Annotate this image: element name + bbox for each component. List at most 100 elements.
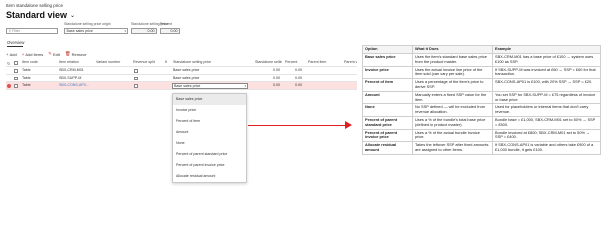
search-icon: ⚲ [8, 29, 12, 33]
table-row: Percent of item Uses a percentage of the… [362, 78, 601, 92]
cell-item-code: Table [22, 75, 31, 80]
header-example: Example [492, 45, 601, 54]
option-description: Uses a % of the actual bundle invoice pr… [412, 128, 493, 143]
ssp-field[interactable]: 0.00 [131, 28, 157, 34]
cell-item-relation[interactable]: SBX-CONS-AP0... [58, 82, 92, 90]
row-selected-indicator [7, 83, 11, 88]
plus-icon: + [21, 51, 25, 57]
table-row: Percent of parent standard price Uses a … [362, 115, 601, 130]
revenue-split-checkbox[interactable] [134, 76, 138, 80]
option-name: Base sales price [362, 53, 413, 67]
cell-ssp-origin[interactable]: Base sales price [172, 75, 232, 83]
trash-icon: 🗑 [64, 51, 71, 56]
table-row: Base sales price Uses the item's standar… [362, 53, 601, 67]
dropdown-option-percent-of-parent-invoice-price[interactable]: Percent of parent invoice price [173, 160, 246, 171]
filter-input[interactable]: ⚲ Filter [6, 28, 58, 34]
row-checkbox[interactable] [14, 76, 18, 80]
option-name: None [362, 103, 413, 117]
add-items-label: Add items [25, 51, 44, 57]
percent-label: Percent [160, 22, 173, 26]
col-parent-variant[interactable]: Parent var [343, 59, 357, 67]
dropdown-option-invoice-price[interactable]: Invoice price [173, 105, 246, 116]
dropdown-option-none[interactable]: None [173, 138, 246, 149]
dropdown-option-percent-of-item[interactable]: Percent of item [173, 116, 246, 127]
cell-ssp-origin[interactable]: Base sales price [172, 67, 232, 75]
cell-percent: 0.00 [295, 68, 302, 72]
col-item-code[interactable]: Item code [21, 59, 51, 67]
option-name: Percent of item [362, 78, 413, 92]
table-row: Allocate residual amount Takes the lefto… [362, 141, 601, 155]
dropdown-option-base-sales-price[interactable]: Base sales price [173, 94, 246, 105]
options-explanation-table: Option What it Does Example Base sales p… [362, 45, 601, 155]
option-example: Used for placeholders or internal items … [492, 103, 601, 117]
col-k[interactable]: K [164, 59, 170, 67]
percent-field[interactable]: 0.00 [160, 28, 180, 34]
option-example: You set SSP for SBX-SUPP-M = £75 regardl… [492, 90, 601, 105]
option-description: Uses a % of the bundle's total base pric… [412, 115, 493, 130]
ssp-origin-dropdown-field[interactable]: Base sales price ▾ [172, 82, 248, 89]
header-option: Option [362, 45, 413, 54]
row-checkbox[interactable] [14, 84, 18, 88]
cell-item-relation: SBX-SUPP-M [59, 75, 82, 80]
row-checkbox[interactable] [14, 69, 18, 73]
grid-header-row: ↻ Item code Item relation Variant number… [6, 59, 357, 67]
option-example: Bundle invoiced at £800; SBX-CRM-M01 set… [492, 128, 601, 143]
add-button[interactable]: + Add [6, 52, 17, 57]
arrow-line [248, 124, 346, 127]
filter-placeholder: Filter [12, 29, 21, 33]
option-example: If SBX-CONS-AP01 is variable and others … [492, 141, 601, 155]
revenue-split-checkbox[interactable] [134, 69, 138, 73]
col-percent[interactable]: Percent [284, 59, 306, 67]
remove-label: Remove [71, 51, 87, 57]
option-description: Uses the actual invoice line price of th… [412, 65, 493, 80]
option-example: SBX-CONS-AP01 is £100, with 20% SSP → SS… [492, 78, 601, 92]
cell-item-code: Table [22, 68, 31, 72]
col-ssp-origin[interactable]: Standalone selling price origin [172, 59, 212, 67]
add-items-button[interactable]: + Add items [22, 52, 43, 57]
edit-label: Edit [52, 51, 60, 57]
col-parent-item[interactable]: Parent item [307, 59, 329, 67]
arrow-head-icon [345, 121, 352, 129]
dropdown-option-percent-of-parent-standard-price[interactable]: Percent of parent standard price [173, 149, 246, 160]
revenue-split-checkbox[interactable] [134, 84, 138, 88]
table-row: Invoice price Uses the actual invoice li… [362, 65, 601, 80]
table-row[interactable]: Table SBX-SUPP-M Base sales price 0.00 0… [6, 75, 357, 83]
add-label: Add [9, 51, 17, 57]
cell-percent: 0.00 [295, 75, 302, 80]
col-revenue-split[interactable]: Revenue split [132, 59, 157, 67]
page-title: Standard view [6, 10, 68, 20]
table-row[interactable]: Table SBX-CRM-M01 Base sales price 0.00 … [6, 67, 357, 75]
chevron-down-icon: ▾ [124, 29, 126, 33]
col-variant-number[interactable]: Variant number [95, 59, 125, 67]
header-what-it-does: What it Does [412, 45, 493, 54]
dropdown-option-allocate-residual-amount[interactable]: Allocate residual amount [173, 171, 246, 182]
cell-item-code: Table [22, 83, 31, 87]
tab-underline [7, 46, 23, 47]
cell-item-relation: SBX-CRM-M01 [59, 68, 84, 72]
cell-ssp: 0.00 [273, 75, 280, 80]
option-name: Amount [362, 90, 413, 105]
table-row: Amount Manually enters a fixed SSP value… [362, 90, 601, 105]
option-example: If SBX-SUPP-M was invoiced at £60 → SSP … [492, 65, 601, 80]
chevron-down-icon: ▾ [244, 83, 246, 88]
edit-button[interactable]: ✎ Edit [48, 51, 60, 57]
remove-button[interactable]: 🗑 Remove [65, 51, 87, 57]
option-description: No SSP defined — will be excluded from r… [412, 103, 493, 117]
ssp-origin-label: Standalone selling price origin [64, 22, 111, 26]
col-item-relation[interactable]: Item relation [58, 59, 88, 67]
breadcrumb: Item standalone selling price [6, 3, 64, 8]
tab-overview[interactable]: Overview [7, 40, 24, 45]
ssp-origin-dropdown: Base sales price Invoice price Percent o… [172, 93, 247, 183]
option-name: Allocate residual amount [362, 141, 413, 155]
table-row-selected[interactable]: Table SBX-CONS-AP0... Base sales price ▾… [6, 82, 357, 90]
chevron-down-icon: ⌄ [70, 12, 76, 19]
col-ssp[interactable]: Standalone selling ... [254, 59, 282, 67]
refresh-icon[interactable]: ↻ [7, 61, 10, 66]
dropdown-option-amount[interactable]: Amount [173, 127, 246, 138]
table-row: Percent of parent invoice price Uses a %… [362, 128, 601, 143]
cell-ssp-origin: Base sales price [174, 83, 201, 88]
select-all-checkbox[interactable] [14, 61, 18, 65]
ssp-origin-select[interactable]: Base sales price ▾ [64, 28, 128, 34]
option-description: Uses the item's standard base sales pric… [412, 53, 493, 67]
view-selector[interactable]: Standard view ⌄ [6, 10, 75, 20]
